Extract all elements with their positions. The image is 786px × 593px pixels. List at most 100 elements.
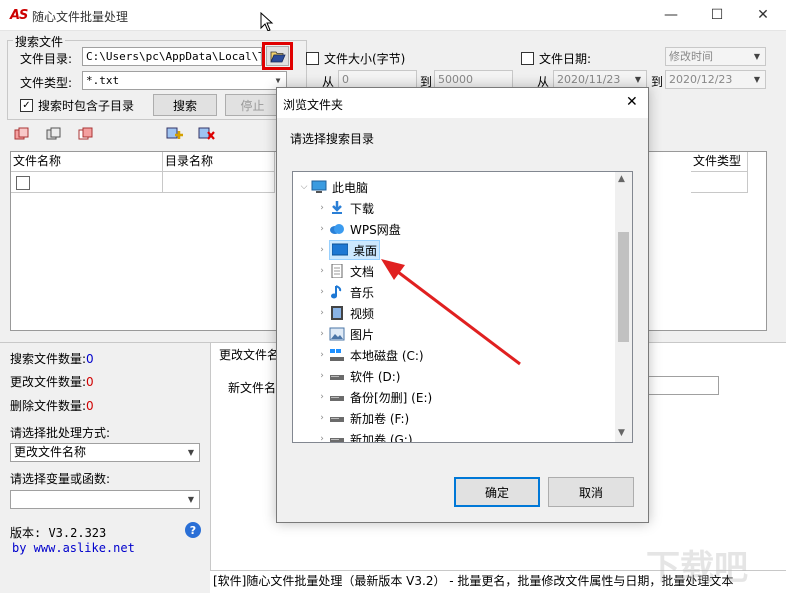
desktop-icon [332, 243, 348, 256]
chevron-right-icon: › [320, 434, 324, 443]
cloud-icon [330, 224, 344, 234]
picture-icon [329, 327, 345, 341]
tree-label: 桌面 [353, 243, 378, 258]
tree-item-drive-g[interactable]: › 新加卷 (G:) [315, 429, 413, 443]
select-all-icon[interactable] [14, 127, 30, 141]
download-icon [332, 201, 342, 214]
tree-item-documents[interactable]: › 文档 [315, 261, 374, 281]
include-sub-checkbox[interactable]: ✓ 搜索时包含子目录 [20, 97, 134, 114]
changed-count-row: 更改文件数量:0 [10, 373, 94, 390]
column-filename[interactable]: 文件名称 [11, 152, 163, 172]
table-row[interactable] [11, 172, 163, 193]
chevron-down-icon: ⌵ [300, 182, 308, 192]
type-combo[interactable]: *.txt ▼ [82, 71, 287, 90]
chevron-right-icon: › [320, 392, 324, 402]
tree-item-downloads[interactable]: › 下载 [315, 198, 374, 218]
tree-scrollbar[interactable]: ▲ ▼ [615, 172, 632, 442]
size-filter-box [306, 52, 319, 65]
date-mode-value: 修改时间 [669, 50, 713, 63]
window-title: 随心文件批量处理 [32, 10, 129, 24]
chevron-right-icon: › [320, 329, 324, 339]
invert-select-icon[interactable] [78, 127, 94, 141]
mode-value: 更改文件名称 [14, 445, 87, 459]
help-icon[interactable]: ? [185, 522, 201, 538]
tree-item-drive-f[interactable]: › 新加卷 (F:) [315, 408, 409, 428]
size-filter-checkbox[interactable]: 文件大小(字节) [306, 50, 405, 67]
var-select[interactable]: ▼ [10, 490, 200, 509]
chevron-right-icon: › [320, 203, 324, 213]
scroll-thumb[interactable] [618, 232, 629, 342]
ok-button[interactable]: 确定 [454, 477, 540, 507]
date-filter-checkbox[interactable]: 文件日期: [521, 50, 591, 67]
remove-files-icon[interactable] [198, 127, 216, 141]
chevron-right-icon: › [320, 371, 324, 381]
include-sub-check-icon: ✓ [20, 99, 33, 112]
row-checkbox[interactable] [16, 176, 30, 190]
chevron-down-icon: ▼ [187, 495, 195, 504]
drive-icon [330, 438, 344, 442]
cancel-button[interactable]: 取消 [548, 477, 634, 507]
tree-item-drive-c[interactable]: › 本地磁盘 (C:) [315, 345, 424, 365]
minimize-button[interactable]: — [648, 0, 694, 30]
tree-item-music[interactable]: › 音乐 [315, 282, 374, 302]
column-filetype[interactable]: 文件类型 [691, 152, 748, 172]
tree-label: WPS网盘 [350, 222, 401, 237]
tree-item-desktop[interactable]: › 桌面 [315, 240, 381, 260]
tree-label: 本地磁盘 (C:) [350, 348, 424, 363]
app-logo: AS [10, 8, 28, 23]
tree-item-pictures[interactable]: › 图片 [315, 324, 374, 344]
rename-tab[interactable]: 更改文件名 [219, 346, 279, 363]
type-value: *.txt [86, 74, 120, 87]
dialog-close-button[interactable]: ✕ [626, 94, 638, 110]
dialog-prompt: 请选择搜索目录 [290, 132, 375, 146]
chevron-down-icon: ▼ [753, 52, 761, 61]
date-to-picker[interactable]: 2020/12/23 ▼ [665, 70, 766, 89]
deleted-count-label: 删除文件数量: [10, 399, 87, 413]
chevron-right-icon: › [320, 287, 324, 297]
table-cell [691, 172, 748, 193]
deleted-count-row: 删除文件数量:0 [10, 397, 94, 414]
watermark-logo: 下载吧 [646, 548, 748, 588]
tree-item-drive-d[interactable]: › 软件 (D:) [315, 366, 400, 386]
tree-root-pc[interactable]: ⌵ 此电脑 [297, 177, 368, 197]
windows-drive-icon [330, 349, 344, 361]
chevron-right-icon: › [320, 413, 324, 423]
column-dirname[interactable]: 目录名称 [163, 152, 275, 172]
chevron-right-icon: › [320, 245, 324, 255]
chevron-down-icon: ▼ [753, 75, 761, 84]
mode-select[interactable]: 更改文件名称 ▼ [10, 443, 200, 462]
website-link[interactable]: by www.aslike.net [12, 541, 135, 555]
scroll-down-icon[interactable]: ▼ [618, 428, 625, 438]
tree-label: 文档 [350, 264, 375, 279]
date-mode-combo[interactable]: 修改时间 ▼ [665, 47, 766, 66]
type-label: 文件类型: [20, 76, 73, 90]
stop-button[interactable]: 停止 [225, 94, 280, 116]
date-to-label: 到 [651, 75, 664, 89]
drive-icon [330, 417, 344, 422]
close-button[interactable]: ✕ [740, 0, 786, 30]
changed-count: 0 [86, 375, 94, 389]
newname-field[interactable] [648, 376, 719, 395]
tree-item-wps-cloud[interactable]: › WPS网盘 [315, 219, 401, 239]
dir-field[interactable]: C:\Users\pc\AppData\Local\Temp [82, 47, 262, 66]
tree-label: 新加卷 (F:) [350, 411, 410, 426]
folder-tree[interactable]: ⌵ 此电脑 › 下载 › WPS网盘 › 桌面 › 文档 › 音乐 › 视频 ›… [292, 171, 633, 443]
video-icon [331, 306, 343, 320]
maximize-button[interactable]: ☐ [694, 0, 740, 30]
search-button[interactable]: 搜索 [153, 94, 217, 116]
select-none-icon[interactable] [46, 127, 62, 141]
tree-item-drive-e[interactable]: › 备份[勿删] (E:) [315, 387, 432, 407]
chevron-right-icon: › [320, 224, 324, 234]
drive-icon [330, 375, 344, 380]
music-icon [331, 285, 342, 299]
changed-count-label: 更改文件数量: [10, 375, 87, 389]
tree-label: 图片 [350, 327, 375, 342]
chevron-right-icon: › [320, 350, 324, 360]
browse-folder-button[interactable] [266, 46, 289, 66]
open-folder-icon [269, 51, 286, 62]
scroll-up-icon[interactable]: ▲ [618, 174, 625, 184]
mode-label: 请选择批处理方式: [10, 426, 111, 440]
tree-item-videos[interactable]: › 视频 [315, 303, 374, 323]
drive-icon [330, 396, 344, 401]
add-files-icon[interactable] [166, 127, 184, 141]
